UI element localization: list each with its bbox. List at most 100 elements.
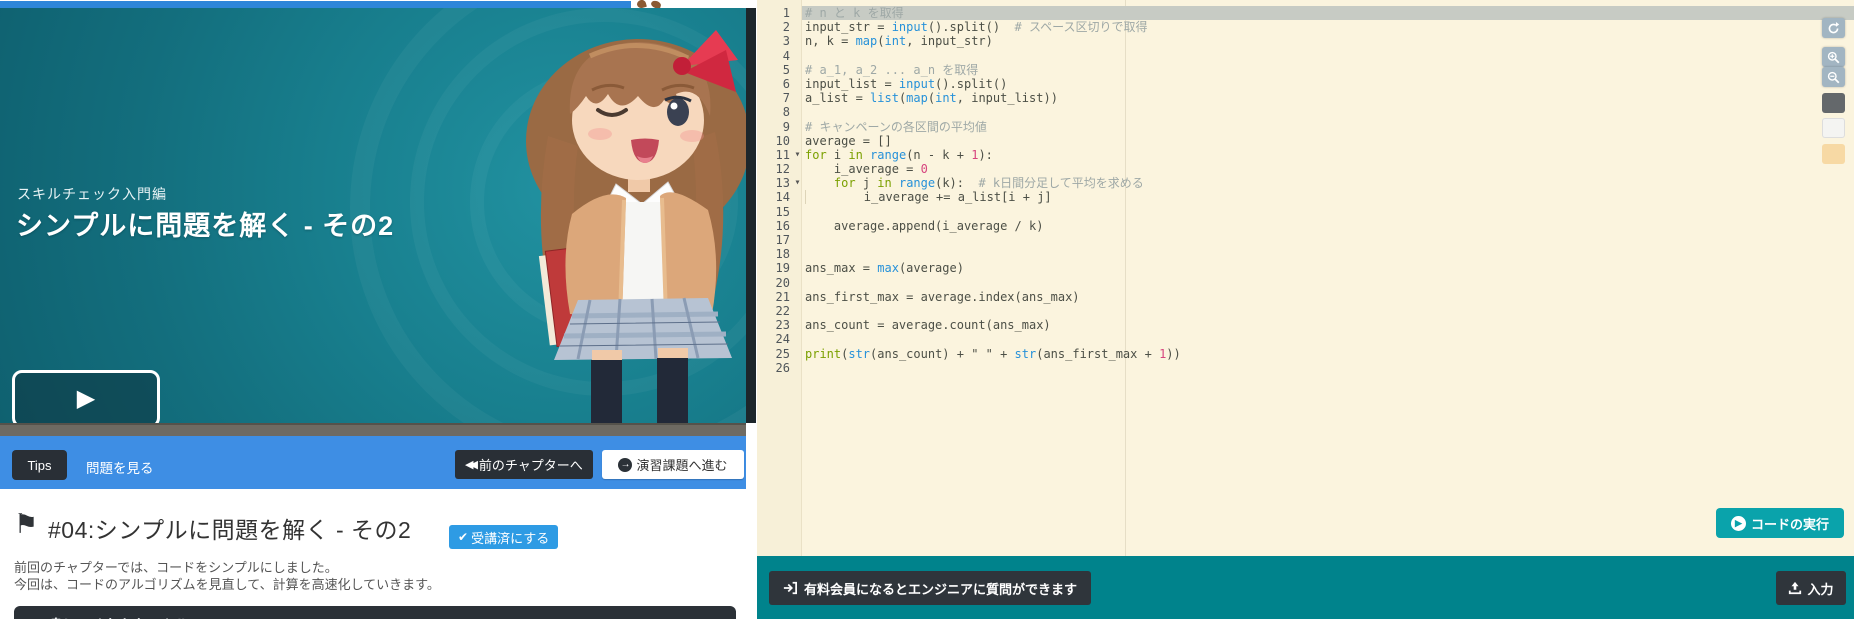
line-number[interactable]: 6: [757, 77, 790, 91]
gutter-spacer: [790, 247, 805, 261]
code-line-1[interactable]: 1# n と k を取得: [757, 6, 1854, 20]
code-text: n, k = map(int, input_str): [805, 34, 993, 48]
line-number[interactable]: 24: [757, 332, 790, 346]
code-line-22[interactable]: 22: [757, 304, 1854, 318]
line-number[interactable]: 26: [757, 361, 790, 375]
code-editor[interactable]: 1# n と k を取得2 input_str = input().split()…: [757, 0, 1854, 556]
line-number[interactable]: 20: [757, 276, 790, 290]
gutter-spacer: [790, 49, 805, 63]
zoom-in-button[interactable]: [1822, 47, 1845, 67]
gutter-spacer: [790, 162, 805, 176]
tips-button[interactable]: Tips: [12, 450, 67, 480]
tips-label: Tips: [27, 458, 51, 473]
code-text: input_list = input().split(): [805, 77, 1007, 91]
play-button[interactable]: ▶: [12, 370, 160, 423]
line-number[interactable]: 7: [757, 91, 790, 105]
line-number[interactable]: 14: [757, 190, 790, 204]
flag-icon: ⚑: [14, 509, 38, 540]
code-line-8[interactable]: 8: [757, 105, 1854, 119]
fold-arrow-icon[interactable]: ▾: [790, 176, 805, 190]
theme-orange-swatch[interactable]: [1822, 144, 1845, 164]
code-line-21[interactable]: 21ans_first_max = average.index(ans_max): [757, 290, 1854, 304]
line-number[interactable]: 25: [757, 347, 790, 361]
code-text: # a_1, a_2 ... a_n を取得: [805, 63, 978, 77]
code-line-18[interactable]: 18: [757, 247, 1854, 261]
code-lines: 1# n と k を取得2 input_str = input().split()…: [757, 6, 1854, 375]
code-line-23[interactable]: 23 ans_count = average.count(ans_max): [757, 318, 1854, 332]
code-line-16[interactable]: 16 average.append(i_average / k): [757, 219, 1854, 233]
line-number[interactable]: 9: [757, 120, 790, 134]
prev-chapter-button[interactable]: ◀◀ 前のチャプターへ: [455, 450, 593, 479]
line-number[interactable]: 22: [757, 304, 790, 318]
input-button[interactable]: 入力: [1776, 571, 1846, 605]
code-line-7[interactable]: 7a_list = list(map(int, input_list)): [757, 91, 1854, 105]
chapter-heading: #04:シンプルに問題を解く - その2: [48, 511, 411, 545]
code-line-19[interactable]: 19ans_max = max(average): [757, 261, 1854, 275]
zoom-out-button[interactable]: [1822, 67, 1845, 87]
zoom-in-icon: [1827, 51, 1840, 64]
next-exercise-label: 演習課題へ進む: [636, 455, 727, 474]
line-number[interactable]: 18: [757, 247, 790, 261]
line-number[interactable]: 1: [757, 6, 790, 20]
gutter-spacer: [790, 77, 805, 91]
code-line-12[interactable]: 12 i_average = 0: [757, 162, 1854, 176]
line-number[interactable]: 15: [757, 205, 790, 219]
line-number[interactable]: 16: [757, 219, 790, 233]
mark-done-button[interactable]: ✔ 受講済にする: [449, 525, 558, 549]
line-number[interactable]: 5: [757, 63, 790, 77]
code-line-17[interactable]: 17: [757, 233, 1854, 247]
line-number[interactable]: 4: [757, 49, 790, 63]
code-line-4[interactable]: 4: [757, 49, 1854, 63]
line-number[interactable]: 2: [757, 20, 790, 34]
code-line-13[interactable]: 13▾ for j in range(k): # k日間分足して平均を求める: [757, 176, 1854, 190]
video-player[interactable]: スキルチェック入門編 シンプルに問題を解く - その2 ▶: [0, 8, 756, 423]
run-code-button[interactable]: ▶ コードの実行: [1716, 508, 1844, 538]
zoom-out-icon: [1827, 71, 1840, 84]
next-exercise-button[interactable]: → 演習課題へ進む: [602, 450, 744, 479]
line-number[interactable]: 19: [757, 261, 790, 275]
code-line-20[interactable]: 20: [757, 276, 1854, 290]
line-number[interactable]: 23: [757, 318, 790, 332]
line-number[interactable]: 11: [757, 148, 790, 162]
arrow-right-circle-icon: →: [618, 458, 632, 472]
code-line-14[interactable]: 14 i_average += a_list[i + j]: [757, 190, 1854, 204]
code-text: i_average = 0: [805, 162, 928, 176]
line-number[interactable]: 17: [757, 233, 790, 247]
gutter-spacer: [790, 63, 805, 77]
line-number[interactable]: 12: [757, 162, 790, 176]
code-text: input_str = input().split() # スペース区切りで取得: [805, 20, 1148, 34]
code-line-3[interactable]: 3 n, k = map(int, input_str): [757, 34, 1854, 48]
line-number[interactable]: 10: [757, 134, 790, 148]
gutter-spacer: [790, 205, 805, 219]
gutter-spacer: [790, 261, 805, 275]
code-line-5[interactable]: 5 # a_1, a_2 ... a_n を取得: [757, 63, 1854, 77]
code-text: ans_count = average.count(ans_max): [805, 318, 1051, 332]
code-line-26[interactable]: 26: [757, 361, 1854, 375]
code-panel: 1# n と k を取得2 input_str = input().split()…: [757, 0, 1854, 619]
code-line-24[interactable]: 24: [757, 332, 1854, 346]
code-line-25[interactable]: 25print(str(ans_count) + " " + str(ans_f…: [757, 347, 1854, 361]
line-number[interactable]: 13: [757, 176, 790, 190]
gutter-spacer: [790, 276, 805, 290]
ask-engineer-button[interactable]: 有料会員になるとエンジニアに質問ができます: [769, 571, 1091, 605]
theme-light-swatch[interactable]: [1822, 118, 1845, 138]
code-line-9[interactable]: 9 # キャンペーンの各区間の平均値: [757, 120, 1854, 134]
fold-arrow-icon[interactable]: ▾: [790, 148, 805, 162]
line-number[interactable]: 8: [757, 105, 790, 119]
code-line-10[interactable]: 10average = []: [757, 134, 1854, 148]
theme-dark-swatch[interactable]: [1822, 93, 1845, 113]
gutter-spacer: [790, 332, 805, 346]
line-number[interactable]: 3: [757, 34, 790, 48]
code-line-6[interactable]: 6 input_list = input().split(): [757, 77, 1854, 91]
video-title: シンプルに問題を解く - その2: [16, 204, 394, 243]
code-line-2[interactable]: 2 input_str = input().split() # スペース区切りで取…: [757, 20, 1854, 34]
video-progress-bar[interactable]: [0, 1, 631, 8]
view-problem-link[interactable]: 問題を見る: [86, 457, 154, 477]
code-line-11[interactable]: 11▾for i in range(n - k + 1):: [757, 148, 1854, 162]
check-icon: ✔: [458, 530, 468, 544]
reset-code-button[interactable]: [1822, 18, 1845, 38]
code-text: average.append(i_average / k): [805, 219, 1043, 233]
code-text: # キャンペーンの各区間の平均値: [805, 120, 987, 134]
code-line-15[interactable]: 15: [757, 205, 1854, 219]
line-number[interactable]: 21: [757, 290, 790, 304]
